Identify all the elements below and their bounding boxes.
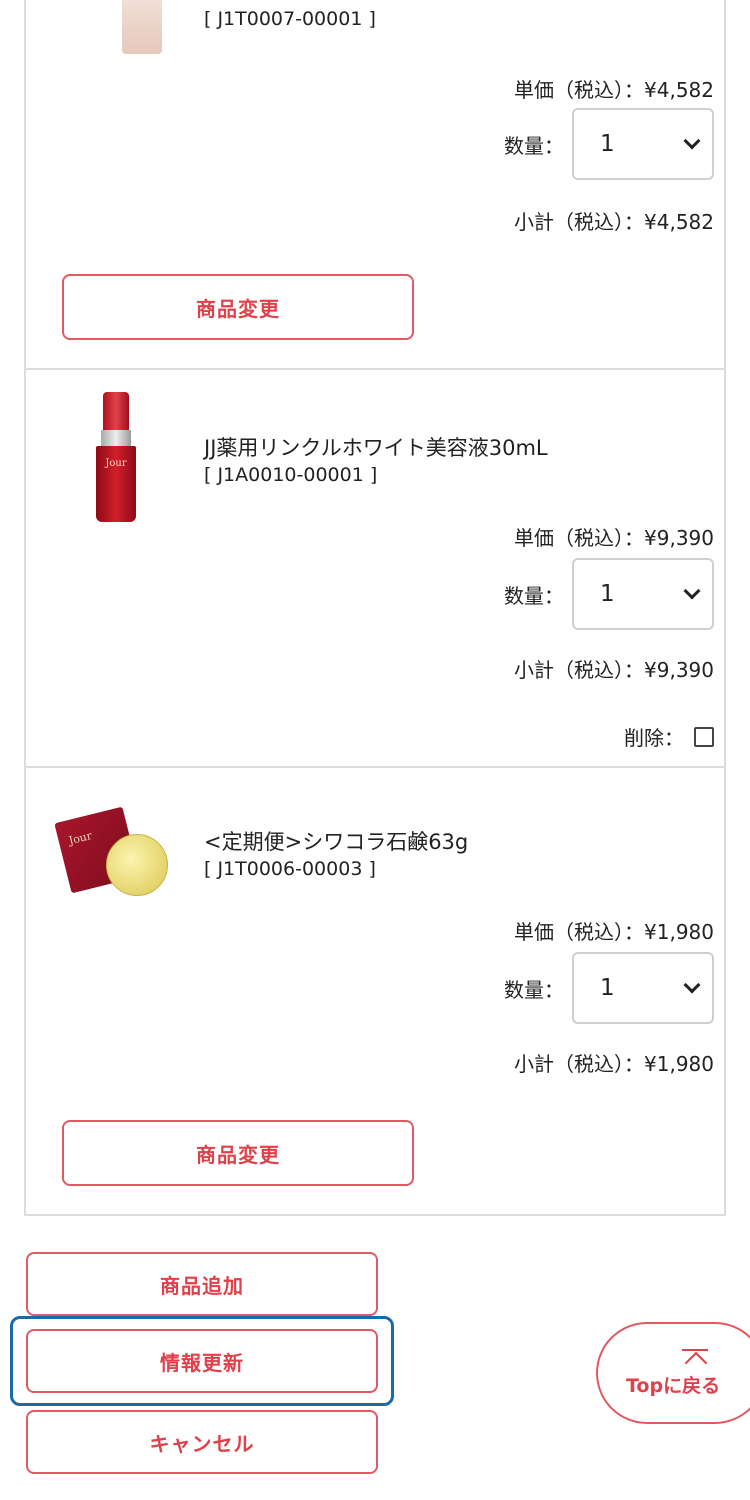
quantity-select[interactable]: 1 <box>572 558 714 630</box>
cart-item: [ J1T0007-00001 ] 単価（税込）：¥4,582 数量： 1 小計… <box>26 0 724 370</box>
brand-logo: Jour <box>105 458 127 469</box>
chevron-down-icon <box>683 582 701 600</box>
chevron-up-icon <box>682 1348 708 1365</box>
unit-price: 単価（税込）：¥9,390 <box>514 526 714 550</box>
cart-list: [ J1T0007-00001 ] 単価（税込）：¥4,582 数量： 1 小計… <box>24 0 726 1216</box>
cancel-button[interactable]: キャンセル <box>26 1410 378 1474</box>
quantity-select[interactable]: 1 <box>572 108 714 180</box>
delete-label: 削除： <box>624 726 684 750</box>
product-image: Jour <box>54 804 176 900</box>
unit-price: 単価（税込）：¥4,582 <box>514 78 714 102</box>
quantity-label: 数量： <box>504 133 564 158</box>
product-image: Jour <box>94 392 138 524</box>
product-image <box>122 0 162 54</box>
unit-price: 単価（税込）：¥1,980 <box>514 920 714 944</box>
chevron-down-icon <box>683 976 701 994</box>
subtotal: 小計（税込）：¥9,390 <box>514 658 714 682</box>
change-product-button[interactable]: 商品変更 <box>62 1120 414 1186</box>
focus-highlight <box>10 1316 394 1406</box>
quantity-row: 数量： 1 <box>504 558 714 630</box>
product-name: JJ薬用リンクルホワイト美容液30mL <box>204 436 548 460</box>
brand-logo: Jour <box>67 829 94 848</box>
product-name: <定期便>シワコラ石鹸63g <box>204 830 469 854</box>
delete-checkbox[interactable] <box>694 726 714 747</box>
quantity-value: 1 <box>600 131 615 157</box>
quantity-value: 1 <box>600 581 615 607</box>
product-code: [ J1T0006-00003 ] <box>204 858 376 880</box>
quantity-value: 1 <box>600 975 615 1001</box>
subtotal: 小計（税込）：¥4,582 <box>514 210 714 234</box>
product-code: [ J1T0007-00001 ] <box>204 8 376 30</box>
add-product-button[interactable]: 商品追加 <box>26 1252 378 1316</box>
quantity-row: 数量： 1 <box>504 952 714 1024</box>
quantity-select[interactable]: 1 <box>572 952 714 1024</box>
change-product-button[interactable]: 商品変更 <box>62 274 414 340</box>
back-to-top-button[interactable]: Topに戻る <box>596 1322 750 1424</box>
subtotal: 小計（税込）：¥1,980 <box>514 1052 714 1076</box>
quantity-row: 数量： 1 <box>504 108 714 180</box>
chevron-down-icon <box>683 132 701 150</box>
back-to-top-label: Topに戻る <box>626 1374 721 1397</box>
quantity-label: 数量： <box>504 583 564 608</box>
product-code: [ J1A0010-00001 ] <box>204 464 378 486</box>
delete-row: 削除： <box>624 722 714 751</box>
quantity-label: 数量： <box>504 977 564 1002</box>
